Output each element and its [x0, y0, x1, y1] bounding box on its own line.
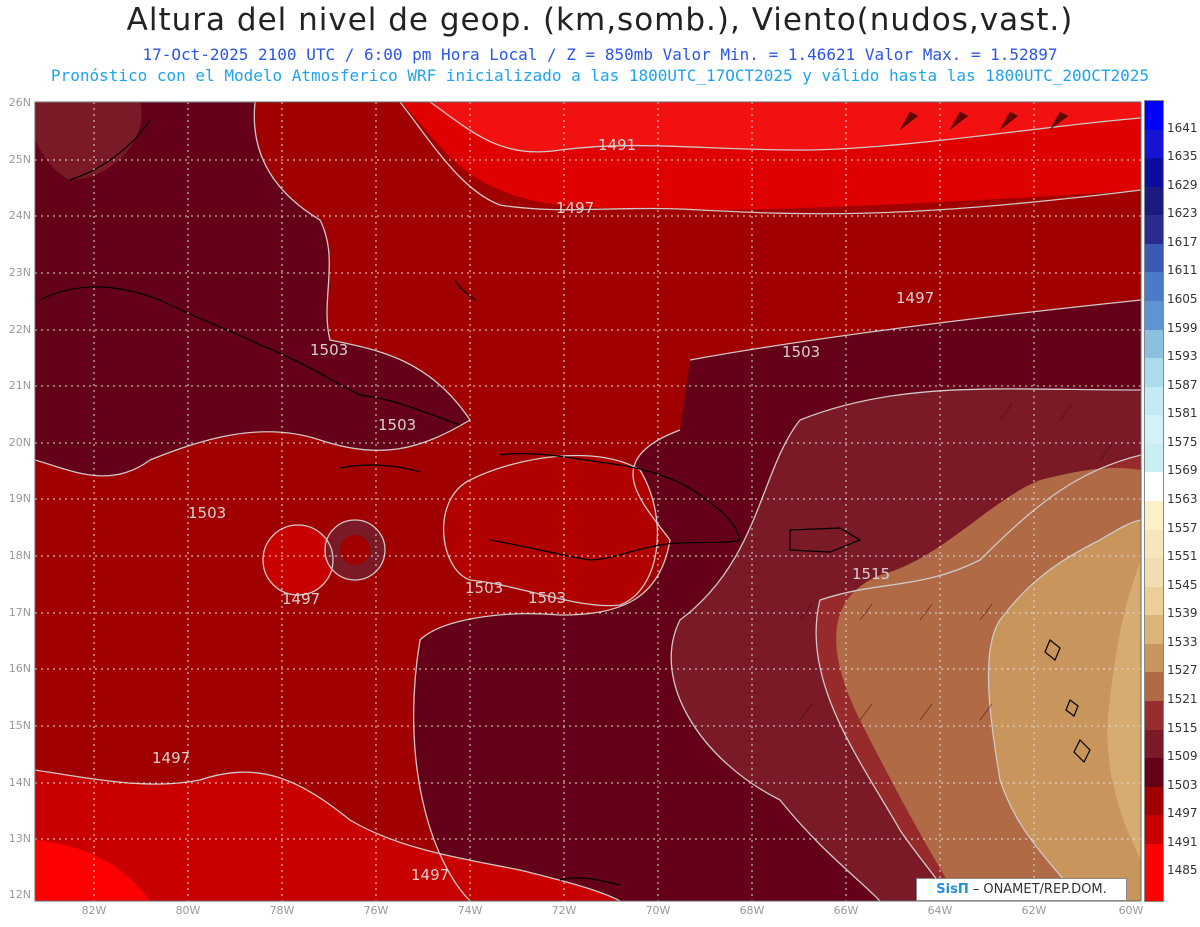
colorbar-tick-label: 1551	[1167, 549, 1198, 564]
lon-tick-label: 76W	[363, 904, 389, 917]
lon-tick-label: 80W	[175, 904, 201, 917]
colorbar-tick-label: 1569	[1167, 463, 1198, 478]
colorbar-segment	[1145, 186, 1163, 216]
colorbar-tick-label: 1641	[1167, 120, 1198, 135]
colorbar-segment	[1145, 786, 1163, 816]
map-title: Altura del nivel de geop. (km,somb.), Vi…	[126, 2, 1074, 38]
colorbar-segment	[1145, 758, 1163, 788]
forecast-map	[34, 101, 1142, 902]
colorbar-segment	[1145, 243, 1163, 273]
lat-tick-label: 26N	[8, 96, 31, 109]
colorbar-segment	[1145, 729, 1163, 759]
colorbar-tick-label: 1575	[1167, 434, 1198, 449]
colorbar-segment	[1145, 101, 1163, 131]
lon-tick-label: 78W	[269, 904, 295, 917]
lat-tick-label: 15N	[8, 719, 31, 732]
colorbar-segment	[1145, 872, 1163, 901]
colorbar-segment	[1145, 501, 1163, 531]
lat-tick-label: 19N	[8, 492, 31, 505]
lon-tick-label: 62W	[1021, 904, 1047, 917]
colorbar-tick-label: 1533	[1167, 634, 1198, 649]
colorbar-tick-label: 1545	[1167, 577, 1198, 592]
colorbar-segment	[1145, 129, 1163, 159]
lat-tick-label: 23N	[8, 266, 31, 279]
colorbar-segment	[1145, 358, 1163, 388]
colorbar-tick-label: 1563	[1167, 492, 1198, 506]
lat-tick-label: 24N	[8, 209, 31, 222]
colorbar-segment	[1145, 415, 1163, 445]
colorbar-tick-label: 1491	[1167, 834, 1198, 849]
colorbar-tick-label: 1593	[1167, 349, 1198, 364]
colorbar-segment	[1145, 158, 1163, 188]
lon-tick-label: 82W	[81, 904, 107, 917]
colorbar-tick-label: 1509	[1167, 749, 1198, 764]
colorbar-tick-label: 1497	[1167, 806, 1198, 821]
lat-tick-label: 16N	[8, 662, 31, 675]
lon-tick-label: 72W	[551, 904, 577, 917]
colorbar-tick-label: 1527	[1167, 663, 1198, 678]
lat-tick-label: 12N	[8, 888, 31, 901]
colorbar-tick-label: 1587	[1167, 377, 1198, 392]
colorbar-segment	[1145, 586, 1163, 616]
lon-tick-label: 64W	[927, 904, 953, 917]
colorbar-segment	[1145, 615, 1163, 645]
sispi-logo: SisΠ	[936, 882, 969, 897]
colorbar-segment	[1145, 643, 1163, 673]
colorbar-segment	[1145, 701, 1163, 731]
lon-tick-label: 68W	[739, 904, 765, 917]
lon-tick-label: 66W	[833, 904, 859, 917]
credit-box: SisΠ – ONAMET/REP.DOM.	[916, 878, 1127, 901]
credit-text: – ONAMET/REP.DOM.	[972, 882, 1107, 897]
colorbar-segment	[1145, 272, 1163, 302]
map-subtitle-model: Pronóstico con el Modelo Atmosferico WRF…	[50, 66, 1150, 85]
colorbar-tick-label: 1521	[1167, 692, 1198, 706]
lat-tick-label: 21N	[8, 379, 31, 392]
lat-tick-label: 25N	[8, 153, 31, 166]
lat-tick-label: 18N	[8, 549, 31, 562]
colorbar-tick-label: 1515	[1167, 720, 1198, 735]
colorbar-tick-label: 1611	[1167, 263, 1198, 278]
lat-tick-label: 13N	[8, 832, 31, 845]
colorbar	[1144, 100, 1164, 902]
colorbar-tick-label: 1581	[1167, 406, 1198, 421]
colorbar-segment	[1145, 443, 1163, 473]
colorbar-segment	[1145, 386, 1163, 416]
colorbar-segment	[1145, 215, 1163, 245]
colorbar-segment	[1145, 558, 1163, 588]
colorbar-segment	[1145, 329, 1163, 359]
colorbar-segment	[1145, 529, 1163, 559]
colorbar-segment	[1145, 843, 1163, 873]
lon-tick-label: 74W	[457, 904, 483, 917]
colorbar-tick-label: 1599	[1167, 320, 1198, 335]
lat-tick-label: 22N	[8, 323, 31, 336]
colorbar-tick-label: 1629	[1167, 177, 1198, 192]
colorbar-tick-label: 1617	[1167, 234, 1198, 249]
lon-tick-label: 60W	[1118, 904, 1144, 917]
colorbar-segment	[1145, 301, 1163, 331]
lat-tick-label: 14N	[8, 776, 31, 789]
lat-tick-label: 20N	[8, 436, 31, 449]
geopotential-field	[35, 102, 1141, 901]
colorbar-tick-label: 1485	[1167, 863, 1198, 878]
map-subtitle-time: 17-Oct-2025 2100 UTC / 6:00 pm Hora Loca…	[142, 45, 1058, 64]
colorbar-tick-label: 1623	[1167, 206, 1198, 221]
colorbar-segment	[1145, 672, 1163, 702]
lon-tick-label: 70W	[645, 904, 671, 917]
colorbar-tick-label: 1635	[1167, 149, 1198, 164]
colorbar-tick-label: 1503	[1167, 777, 1198, 792]
colorbar-tick-label: 1557	[1167, 520, 1198, 535]
colorbar-tick-label: 1539	[1167, 606, 1198, 621]
colorbar-tick-label: 1605	[1167, 292, 1198, 306]
colorbar-segment	[1145, 472, 1163, 502]
colorbar-segment	[1145, 815, 1163, 845]
lat-tick-label: 17N	[8, 606, 31, 619]
